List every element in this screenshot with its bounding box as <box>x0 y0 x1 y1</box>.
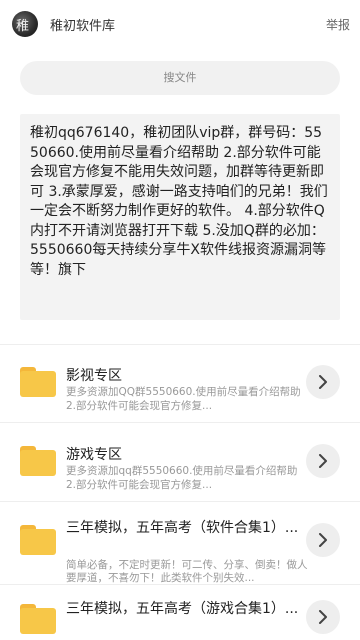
chevron-right-icon[interactable] <box>306 600 340 634</box>
folder-item[interactable]: 三年模拟，五年高考（软件合集1）... 简单必备，不定时更新！可二传、分享、倒卖… <box>0 503 360 585</box>
chevron-right-icon[interactable] <box>306 365 340 399</box>
app-title: 稚初软件库 <box>50 19 116 34</box>
folder-description: 更多资源加qq群5550660.使用前尽量看介绍帮助 2.部分软件可能会现官方修… <box>66 465 298 491</box>
chevron-right-icon[interactable] <box>306 444 340 478</box>
folder-item[interactable]: 游戏专区 更多资源加qq群5550660.使用前尽量看介绍帮助 2.部分软件可能… <box>0 424 360 502</box>
search-box[interactable]: 搜文件 <box>20 61 340 95</box>
top-bar: 稚 稚初软件库 举报 <box>0 0 360 50</box>
folder-title: 游戏专区 <box>66 447 122 463</box>
notice-text: 稚初qq676140，稚初团队vip群，群号码：5550660.使用前尽量看介绍… <box>20 114 340 320</box>
folder-icon <box>20 525 56 555</box>
folder-icon <box>20 446 56 476</box>
folder-title: 影视专区 <box>66 368 122 384</box>
folder-title: 三年模拟，五年高考（游戏合集1）... <box>66 601 299 617</box>
logo-glyph: 稚 <box>16 19 30 34</box>
chevron-right-icon[interactable] <box>306 523 340 557</box>
app-logo[interactable]: 稚 <box>12 11 38 37</box>
folder-item[interactable]: 三年模拟，五年高考（游戏合集1）... <box>0 586 360 640</box>
folder-title: 三年模拟，五年高考（软件合集1）... <box>66 520 299 536</box>
report-link[interactable]: 举报 <box>326 16 350 33</box>
folder-item[interactable]: 影视专区 更多资源加QQ群5550660.使用前尽量看介绍帮助 2.部分软件可能… <box>0 345 360 423</box>
folder-icon <box>20 604 56 634</box>
folder-description: 简单必备，不定时更新！可二传、分享、倒卖！做人要厚道，不喜勿下！此类软件个别失效… <box>66 559 308 584</box>
folder-icon <box>20 367 56 397</box>
folder-description: 更多资源加QQ群5550660.使用前尽量看介绍帮助 2.部分软件可能会现官方修… <box>66 386 301 412</box>
